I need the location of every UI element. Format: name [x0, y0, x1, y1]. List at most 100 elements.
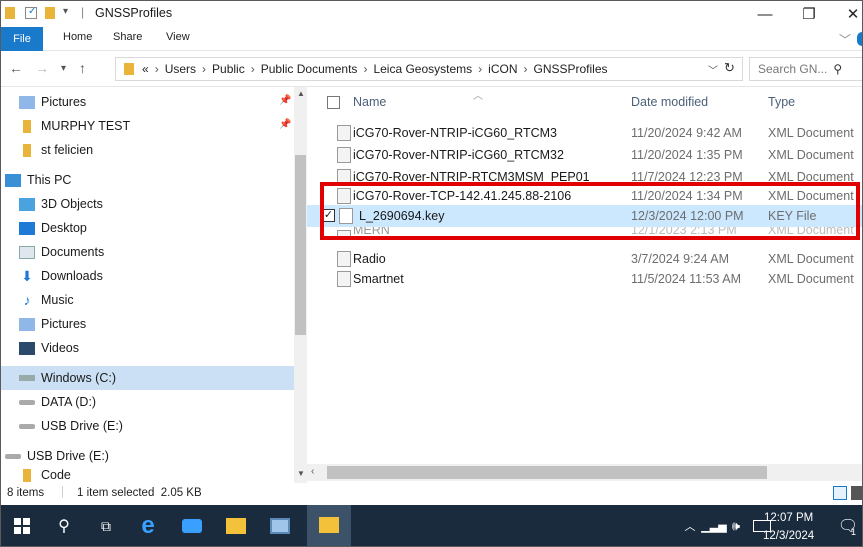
scroll-down-icon[interactable]: ▼ — [297, 469, 305, 478]
nav-item-this-pc[interactable]: This PC — [5, 168, 71, 192]
internet-explorer-icon[interactable]: e — [135, 512, 161, 539]
minimize-button[interactable]: — — [747, 3, 783, 25]
title-divider: | — [81, 5, 85, 19]
row-checkbox-checked[interactable]: ✓ — [322, 209, 335, 222]
item-count: 8 items — [7, 487, 45, 499]
nav-item-usb-drive-e-root[interactable]: USB Drive (E:) — [5, 444, 109, 468]
back-arrow-icon[interactable]: ← — [9, 60, 23, 76]
details-view-icon[interactable] — [833, 486, 847, 500]
folder-icon — [124, 63, 134, 75]
nav-item-pictures[interactable]: Pictures — [19, 312, 86, 336]
search-input[interactable]: Search GN... ⚲ — [749, 57, 862, 81]
app-icon[interactable] — [179, 513, 205, 539]
new-folder-quick-icon[interactable] — [45, 7, 55, 19]
maximize-button[interactable]: ❐ — [791, 3, 827, 25]
navigation-pane: Pictures 📌 MURPHY TEST 📌 st felicien Thi… — [1, 87, 307, 483]
column-header-type[interactable]: Type — [768, 87, 795, 117]
documents-icon — [19, 245, 35, 259]
breadcrumb-leica-geosystems[interactable]: Leica Geosystems — [373, 62, 472, 76]
tab-view[interactable]: View — [166, 31, 190, 43]
window-title: GNSSProfiles — [95, 6, 173, 20]
tab-share[interactable]: Share — [113, 31, 142, 43]
nav-item-code[interactable]: Code — [19, 468, 71, 482]
pin-icon[interactable]: 📌 — [279, 95, 291, 106]
breadcrumb-overflow[interactable]: « — [142, 62, 149, 76]
file-row[interactable]: Radio 3/7/2024 9:24 AM XML Document — [307, 248, 862, 270]
address-dropdown-icon[interactable]: ﹀ — [708, 62, 718, 77]
nav-scrollbar[interactable]: ▲ ▼ — [294, 87, 307, 483]
volume-icon[interactable]: 🕪 — [723, 513, 749, 539]
file-row[interactable]: iCG70-Rover-NTRIP-iCG60_RTCM32 11/20/202… — [307, 144, 862, 166]
nav-scrollbar-thumb[interactable] — [295, 155, 306, 335]
address-bar[interactable]: «› Users › Public › Public Documents › Leic… — [115, 57, 743, 81]
breadcrumb-icon[interactable]: iCON — [488, 62, 517, 76]
list-horizontal-scrollbar[interactable]: ‹ — [307, 464, 862, 481]
remote-desktop-icon[interactable] — [267, 513, 293, 539]
breadcrumb-public[interactable]: Public — [212, 62, 245, 76]
file-row[interactable]: iCG70-Rover-TCP-142.41.245.88-2106 11/20… — [307, 185, 862, 207]
xml-file-icon — [337, 251, 351, 267]
this-pc-icon — [5, 173, 21, 187]
nav-item-desktop[interactable]: Desktop — [19, 216, 87, 240]
clock-time: 12:07 PM — [763, 512, 814, 524]
scroll-left-icon[interactable]: ‹ — [311, 466, 314, 477]
select-all-checkbox[interactable] — [327, 96, 340, 109]
xml-file-icon — [337, 169, 351, 185]
action-center-icon[interactable]: 🗨 — [835, 513, 861, 539]
drive-c-icon — [19, 375, 35, 381]
clock-date: 12/3/2024 — [763, 530, 815, 542]
tab-file[interactable]: File — [1, 27, 43, 51]
up-arrow-icon[interactable]: ↑ — [79, 60, 86, 76]
nav-item-usb-drive-e[interactable]: USB Drive (E:) — [19, 414, 123, 438]
file-row[interactable]: MERN 12/1/2023 2:13 PM XML Document — [307, 227, 862, 237]
nav-item-murphy-test[interactable]: MURPHY TEST — [19, 114, 130, 138]
search-icon[interactable]: ⚲ — [833, 62, 842, 76]
nav-item-music[interactable]: ♪ Music — [19, 288, 74, 312]
breadcrumb-users[interactable]: Users — [165, 62, 196, 76]
taskbar-active-explorer[interactable] — [307, 505, 351, 546]
scroll-up-icon[interactable]: ▲ — [297, 89, 305, 98]
close-button[interactable]: ✕ — [835, 3, 862, 25]
quick-access-dropdown-icon[interactable]: ▾ — [63, 6, 68, 17]
sort-ascending-icon: ︿ — [473, 91, 483, 102]
file-row[interactable]: Smartnet 11/5/2024 11:53 AM XML Document — [307, 268, 862, 290]
folder-icon — [23, 468, 31, 482]
column-header-name[interactable]: Name — [353, 87, 386, 117]
refresh-icon[interactable]: ↻ — [724, 60, 735, 76]
file-explorer-icon[interactable] — [223, 513, 249, 539]
nav-item-pictures-quick[interactable]: Pictures — [19, 90, 86, 114]
system-clock[interactable]: 12:07 PM 12/3/2024 — [763, 509, 814, 545]
explorer-window: ✓ ▾ | GNSSProfiles — ❐ ✕ File Home Share… — [0, 0, 863, 547]
properties-quick-icon[interactable]: ✓ — [25, 6, 37, 19]
column-header-date-modified[interactable]: Date modified — [631, 87, 708, 117]
recent-locations-icon[interactable]: ▾ — [61, 63, 66, 74]
nav-item-st-felicien[interactable]: st felicien — [19, 138, 93, 162]
taskbar: ⚲ ⧉ e ︿ ▁▃▅ 🕪 12:07 PM 12/3/2024 🗨 1 — [1, 505, 862, 546]
nav-item-data-d[interactable]: DATA (D:) — [19, 390, 96, 414]
task-view-icon[interactable]: ⧉ — [93, 513, 119, 539]
breadcrumb-public-documents[interactable]: Public Documents — [261, 62, 358, 76]
xml-file-icon — [337, 230, 351, 237]
nav-item-videos[interactable]: Videos — [19, 336, 79, 360]
start-windows-icon[interactable] — [9, 513, 35, 539]
nav-item-downloads[interactable]: ⬇ Downloads — [19, 264, 103, 288]
nav-item-3d-objects[interactable]: 3D Objects — [19, 192, 103, 216]
pin-icon[interactable]: 📌 — [279, 119, 291, 130]
desktop-icon — [19, 221, 35, 235]
nav-item-documents[interactable]: Documents — [19, 240, 104, 264]
tab-home[interactable]: Home — [63, 31, 92, 43]
file-row[interactable]: iCG70-Rover-NTRIP-iCG60_RTCM3 11/20/2024… — [307, 122, 862, 144]
usb-drive-icon — [19, 423, 35, 429]
notification-count: 1 — [851, 527, 857, 537]
file-row-selected[interactable]: ✓ L_2690694.key 12/3/2024 12:00 PM KEY F… — [307, 205, 862, 227]
breadcrumb-gnssprofiles[interactable]: GNSSProfiles — [534, 62, 608, 76]
forward-arrow-icon[interactable]: → — [35, 60, 49, 76]
list-scrollbar-thumb[interactable] — [327, 466, 767, 479]
address-row: ← → ▾ ↑ «› Users › Public › Public Documen… — [1, 51, 862, 87]
show-hidden-icons-icon[interactable]: ︿ — [677, 513, 703, 539]
nav-item-windows-c[interactable]: Windows (C:) — [19, 366, 116, 390]
help-icon[interactable] — [857, 32, 862, 46]
search-icon[interactable]: ⚲ — [51, 513, 77, 539]
expand-ribbon-icon[interactable]: ﹀ — [839, 31, 851, 48]
large-icons-view-icon[interactable] — [851, 486, 862, 500]
